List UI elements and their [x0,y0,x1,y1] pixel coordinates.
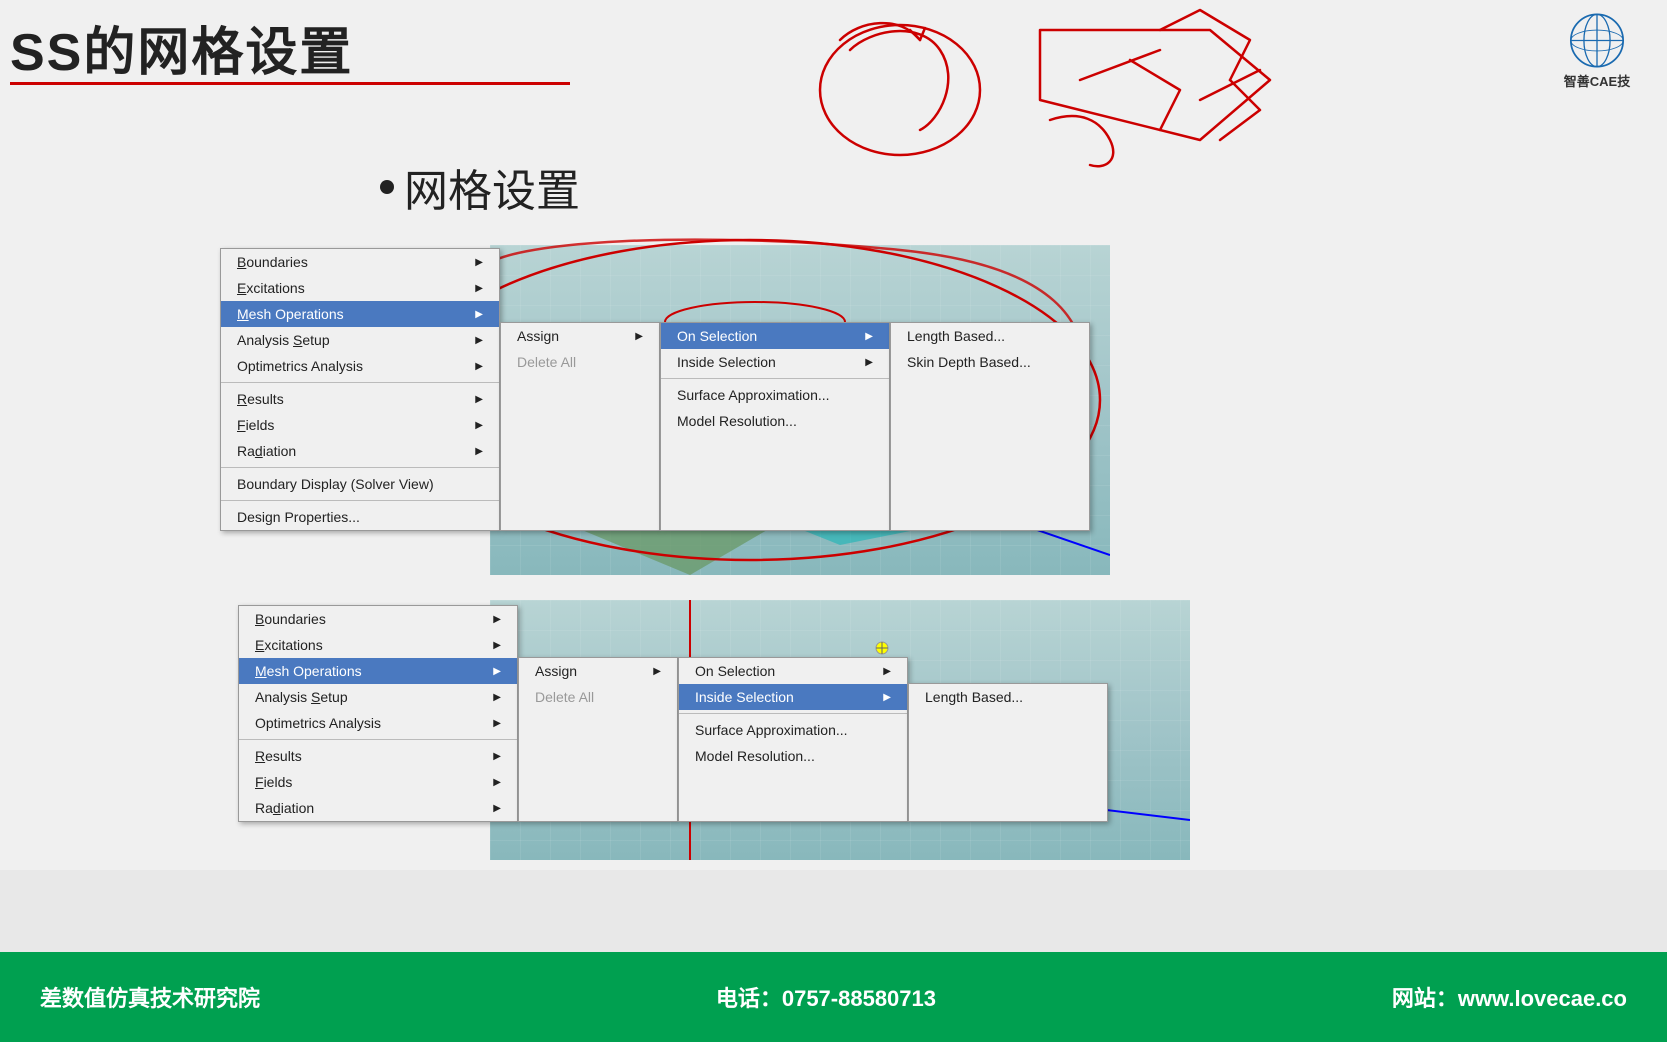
model-resolution-item-upper[interactable]: Model Resolution... [661,408,889,434]
on-selection-item-upper[interactable]: On Selection▶ [661,323,889,349]
main-area: SS的网格设置 智善CAE技 网格设置 [0,0,1667,870]
title-underline [10,82,570,85]
lower-on-selection-menu: On Selection▶ Inside Selection▶ Surface … [678,657,908,822]
upper-assign-menu: Assign▶ Delete All [500,322,660,531]
menu-item-analysis-setup-upper[interactable]: Analysis Setup▶ [221,327,499,353]
separator-1-lower [239,739,517,740]
logo-area: 智善CAE技 [1537,10,1657,90]
menu-item-mesh-ops-lower[interactable]: Mesh Operations▶ [239,658,517,684]
menu-item-mesh-ops-upper[interactable]: Mesh Operations▶ [221,301,499,327]
logo-text: 智善CAE技 [1564,71,1630,90]
assign-item-delete-lower: Delete All [519,684,677,710]
bottom-right-text: 网站：www.lovecae.co [1392,981,1627,1013]
inside-selection-item-upper[interactable]: Inside Selection▶ [661,349,889,375]
upper-length-menu: Length Based... Skin Depth Based... [890,322,1090,531]
bottom-left-text: 差数值仿真技术研究院 [40,981,260,1013]
menu-item-boundary-display-upper[interactable]: Boundary Display (Solver View) [221,471,499,497]
inside-selection-item-lower[interactable]: Inside Selection▶ [679,684,907,710]
menu-item-excitations-upper[interactable]: Excitations▶ [221,275,499,301]
menu-item-results-upper[interactable]: Results▶ [221,386,499,412]
lower-menu-container: Boundaries▶ Excitations▶ Mesh Operations… [238,605,1108,822]
on-selection-item-lower[interactable]: On Selection▶ [679,658,907,684]
lower-assign-menu: Assign▶ Delete All [518,657,678,822]
assign-item-assign-upper[interactable]: Assign▶ [501,323,659,349]
surface-approx-item-lower[interactable]: Surface Approximation... [679,717,907,743]
lower-length-menu: Length Based... [908,683,1108,822]
bullet-dot [380,180,394,194]
menu-item-optimetrics-upper[interactable]: Optimetrics Analysis▶ [221,353,499,379]
upper-on-selection-menu: On Selection▶ Inside Selection▶ Surface … [660,322,890,531]
length-based-item-lower[interactable]: Length Based... [909,684,1107,710]
page-title: SS的网格设置 [10,10,353,85]
separator-on-sel-lower [679,713,907,714]
menu-item-boundaries-lower[interactable]: Boundaries▶ [239,606,517,632]
separator-on-sel-upper [661,378,889,379]
model-resolution-item-lower[interactable]: Model Resolution... [679,743,907,769]
lower-main-menu: Boundaries▶ Excitations▶ Mesh Operations… [238,605,518,822]
menu-item-design-props-upper[interactable]: Design Properties... [221,504,499,530]
upper-menu-container: Boundaries▶ Excitations▶ Mesh Operations… [220,248,1090,531]
bottom-bar: 差数值仿真技术研究院 电话：0757-88580713 网站：www.lovec… [0,952,1667,1042]
menu-item-fields-upper[interactable]: Fields▶ [221,412,499,438]
menu-item-excitations-lower[interactable]: Excitations▶ [239,632,517,658]
menu-item-fields-lower[interactable]: Fields▶ [239,769,517,795]
menu-item-boundaries-upper[interactable]: Boundaries▶ [221,249,499,275]
menu-item-results-lower[interactable]: Results▶ [239,743,517,769]
upper-main-menu: Boundaries▶ Excitations▶ Mesh Operations… [220,248,500,531]
menu-item-analysis-setup-lower[interactable]: Analysis Setup▶ [239,684,517,710]
bullet-label: 网格设置 [404,155,580,219]
bullet-section: 网格设置 [380,155,580,219]
length-based-item-upper[interactable]: Length Based... [891,323,1089,349]
globe-icon [1562,10,1632,71]
menu-item-optimetrics-lower[interactable]: Optimetrics Analysis▶ [239,710,517,736]
bottom-center-text: 电话：0757-88580713 [716,981,936,1013]
skin-depth-item-upper[interactable]: Skin Depth Based... [891,349,1089,375]
surface-approx-item-upper[interactable]: Surface Approximation... [661,382,889,408]
separator-1-upper [221,382,499,383]
separator-2-upper [221,467,499,468]
assign-item-delete-upper: Delete All [501,349,659,375]
separator-3-upper [221,500,499,501]
menu-item-radiation-lower[interactable]: Radiation▶ [239,795,517,821]
assign-item-assign-lower[interactable]: Assign▶ [519,658,677,684]
menu-item-radiation-upper[interactable]: Radiation▶ [221,438,499,464]
